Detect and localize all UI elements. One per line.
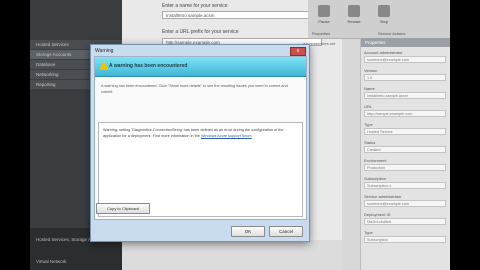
properties-panel: Properties Account administrator someone…	[360, 38, 450, 270]
pause-icon	[318, 5, 330, 17]
warning-icon	[99, 61, 109, 70]
url-label: Enter a URL prefix for your service	[162, 29, 239, 35]
dialog-body: A warning has been encountered A warning…	[94, 56, 307, 220]
restart-button[interactable]: Restart	[340, 2, 368, 36]
prop-label: Status	[364, 140, 376, 145]
prop-label: Name	[364, 86, 375, 91]
dialog-title: Warning	[95, 48, 114, 54]
prop-label: Subscription	[364, 176, 387, 181]
copy-to-clipboard-button[interactable]: Copy to Clipboard	[96, 203, 150, 214]
restart-label: Restart	[347, 19, 361, 24]
prop-value[interactable]: InstallIntro.sample.acsm	[364, 92, 446, 99]
prop-value[interactable]: Production	[364, 164, 446, 171]
prop-value[interactable]: Hosted Service	[364, 128, 446, 135]
support-forum-link[interactable]: Windows Azure support forum	[201, 134, 252, 138]
prop-value[interactable]: Subscription	[364, 236, 446, 243]
prop-value[interactable]: http://sample.example.com	[364, 110, 446, 117]
restart-icon	[348, 5, 360, 17]
close-icon: x	[296, 48, 300, 54]
prop-label: Account administrator	[364, 50, 403, 55]
form-lower-area	[122, 240, 342, 270]
prop-label: Version	[364, 68, 378, 73]
close-button[interactable]: x	[290, 47, 306, 56]
toolbar-group-label: Service Actions	[378, 31, 406, 36]
prop-label: Service administrator	[364, 194, 402, 199]
nav-virtual-network[interactable]: Virtual Network	[36, 258, 66, 265]
prop-value[interactable]: someone@example.com	[364, 56, 446, 63]
sidebar-item: Database	[36, 62, 56, 67]
cancel-button[interactable]: Cancel	[269, 226, 303, 237]
prop-value[interactable]: 1.0	[364, 74, 446, 81]
pause-label: Pause	[318, 19, 330, 24]
sidebar-item: Hosted Services	[36, 42, 69, 47]
sidebar-item: Storage Accounts	[36, 52, 72, 57]
properties-header: Properties	[361, 38, 450, 47]
warning-banner: A warning has been encountered	[95, 57, 306, 77]
prop-label: Environment	[364, 158, 387, 163]
warning-details: Warning: setting 'Diagnostics.Connection…	[103, 128, 297, 139]
warning-message: A warning has been encountered. Click "S…	[101, 84, 288, 94]
service-name-input[interactable]: InstallIntro.sample.acsm	[162, 11, 322, 19]
warning-heading: A warning has been encountered	[109, 63, 188, 69]
sidebar-item: Reporting	[36, 82, 56, 87]
prop-label: Type	[364, 122, 373, 127]
prop-value[interactable]: Subscription-1	[364, 182, 446, 189]
prop-label: Deployment ID	[364, 212, 391, 217]
stop-label: Stop	[379, 19, 389, 24]
prop-value[interactable]: someone@example.com	[364, 200, 446, 207]
stop-icon	[378, 5, 390, 17]
prop-label: Type	[364, 230, 373, 235]
warning-details-text: Warning: setting 'Diagnostics.Connection…	[103, 128, 284, 138]
screen: Hosted Services Storage Accounts Databas…	[30, 0, 450, 270]
prop-label: URL	[364, 104, 373, 109]
ok-button[interactable]: OK	[231, 226, 265, 237]
prop-value[interactable]: f3a2b1c4d5e6	[364, 218, 446, 225]
ribbon-toolbar: Pause Restart Stop Service Actions Prope…	[308, 0, 450, 39]
prop-value[interactable]: Created	[364, 146, 446, 153]
sidebar-item: Networking	[36, 72, 59, 77]
name-label: Enter a name for your service	[162, 3, 228, 9]
toolbar-extra-label: Properties	[312, 31, 331, 36]
